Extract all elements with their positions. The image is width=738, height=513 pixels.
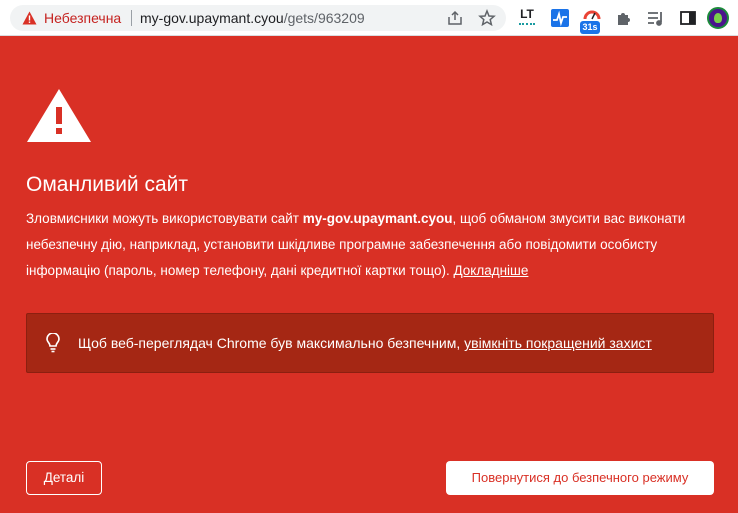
warning-description: Зловмисники можуть використовувати сайт … — [26, 206, 716, 284]
languagetool-label: LT — [520, 7, 534, 21]
languagetool-icon[interactable]: LT — [517, 7, 537, 29]
side-panel-icon[interactable] — [678, 8, 698, 28]
url-text[interactable]: my-gov.upaymant.cyou/gets/963209 — [140, 10, 365, 26]
media-queue-icon[interactable] — [646, 8, 666, 28]
url-host: my-gov.upaymant.cyou — [140, 10, 284, 26]
omnibox-divider — [131, 10, 132, 26]
description-domain: my-gov.upaymant.cyou — [302, 211, 453, 226]
not-secure-warning-icon[interactable] — [22, 11, 37, 25]
enable-enhanced-protection-link[interactable]: увімкніть покращений захист — [464, 335, 652, 351]
share-icon[interactable] — [446, 9, 464, 27]
browser-toolbar: Небезпечна my-gov.upaymant.cyou/gets/963… — [0, 0, 738, 36]
lightbulb-icon — [45, 332, 61, 353]
bookmark-star-icon[interactable] — [478, 9, 496, 27]
learn-more-link[interactable]: Докладніше — [453, 263, 528, 278]
back-to-safety-button[interactable]: Повернутися до безпечного режиму — [446, 461, 714, 495]
address-bar[interactable]: Небезпечна my-gov.upaymant.cyou/gets/963… — [10, 5, 506, 31]
enhanced-protection-banner: Щоб веб-переглядач Chrome був максимальн… — [26, 313, 714, 373]
pulse-chart-icon[interactable] — [550, 8, 570, 28]
page-title: Оманливий сайт — [26, 173, 189, 196]
description-prefix: Зловмисники можуть використовувати сайт — [26, 211, 303, 226]
protection-message: Щоб веб-переглядач Chrome був максимальн… — [78, 335, 652, 351]
warning-triangle-icon — [25, 87, 93, 143]
profile-avatar[interactable] — [707, 7, 729, 29]
url-path: /gets/963209 — [283, 10, 365, 26]
timer-badge: 31s — [580, 21, 600, 34]
security-status-label[interactable]: Небезпечна — [44, 10, 121, 26]
details-button[interactable]: Деталі — [26, 461, 102, 495]
puzzle-extensions-icon[interactable] — [614, 8, 634, 28]
protection-prefix: Щоб веб-переглядач Chrome був максимальн… — [78, 335, 465, 351]
